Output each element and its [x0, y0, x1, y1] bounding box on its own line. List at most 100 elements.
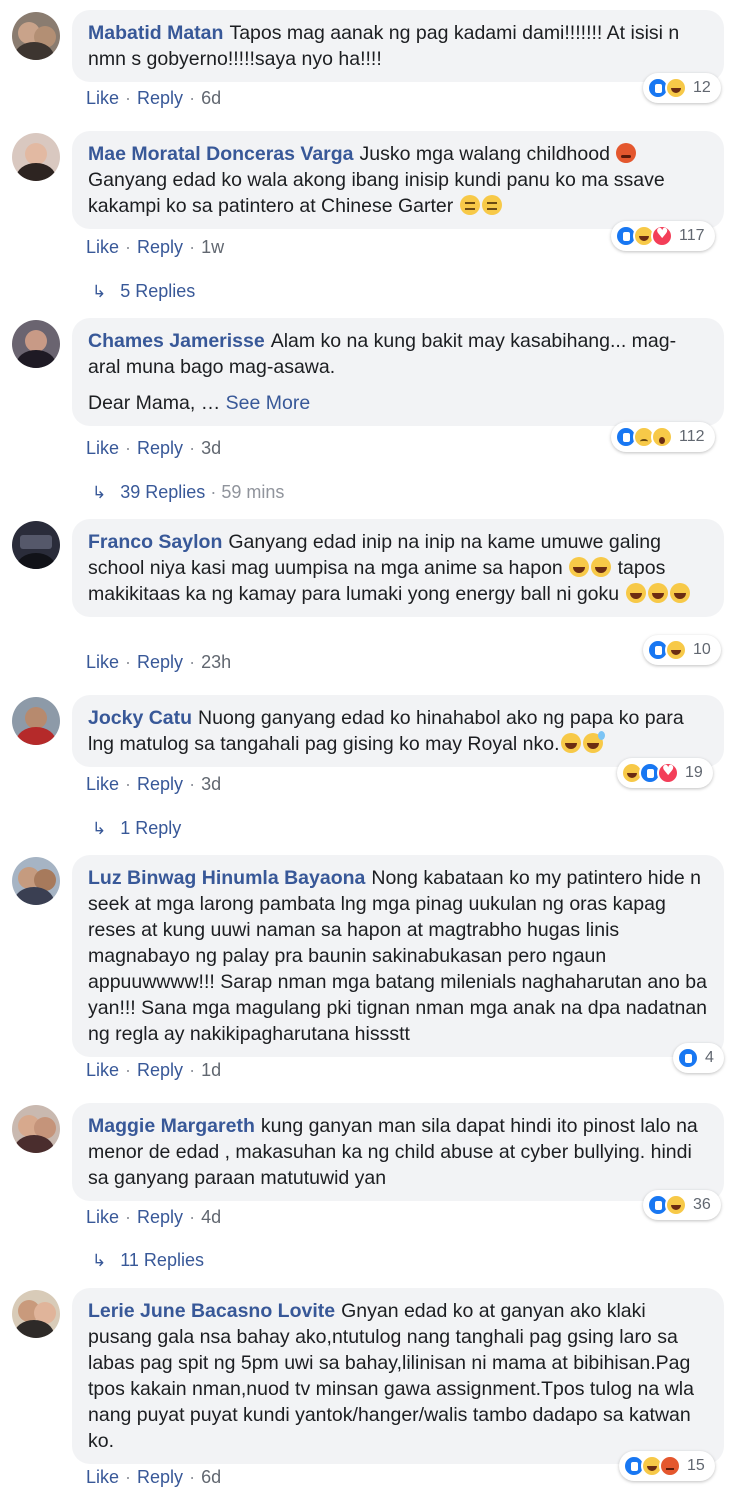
replies-count: 1 Reply [120, 818, 182, 838]
like-button[interactable]: Like [86, 438, 119, 458]
reaction-count: 10 [693, 641, 711, 658]
disappointed-emoji-icon [481, 195, 502, 215]
separator: · [125, 1060, 132, 1080]
comment-actions: Like · Reply · 1w [86, 237, 224, 258]
comment-timestamp[interactable]: 6d [201, 88, 221, 108]
reaction-count: 117 [679, 227, 705, 244]
avatar[interactable] [12, 521, 60, 569]
comment-actions: Like · Reply · 6d [86, 88, 221, 109]
comment-author[interactable]: Franco Saylon [88, 531, 222, 553]
like-button[interactable]: Like [86, 88, 119, 108]
comment-author[interactable]: Mabatid Matan [88, 22, 223, 44]
comment-timestamp[interactable]: 1w [201, 237, 224, 257]
comment-text: Jusko mga walang childhood [359, 143, 610, 165]
laughing-emoji-icon [591, 557, 612, 577]
separator: · [125, 1207, 132, 1227]
comment-bubble: Mabatid Matan Tapos mag aanak ng pag kada… [72, 10, 724, 82]
comment-timestamp[interactable]: 4d [201, 1207, 221, 1227]
reply-button[interactable]: Reply [137, 652, 183, 672]
comment-bubble: Luz Binwag Hinumla Bayaona Nong kabataan … [72, 855, 724, 1057]
replies-count: 11 Replies [120, 1250, 204, 1270]
laughing-emoji-icon [625, 583, 646, 603]
wow-reaction-icon [651, 426, 673, 448]
separator: · [125, 774, 132, 794]
reaction-summary[interactable]: 15 [619, 1451, 715, 1481]
view-replies-link[interactable]: ↳ 1 Reply [92, 818, 181, 839]
avatar[interactable] [12, 133, 60, 181]
view-replies-link[interactable]: ↳ 11 Replies [92, 1250, 204, 1271]
reaction-summary[interactable]: 10 [643, 635, 721, 665]
reply-button[interactable]: Reply [137, 774, 183, 794]
comment-actions: Like · Reply · 3d [86, 438, 221, 459]
reaction-count: 12 [693, 79, 711, 96]
avatar[interactable] [12, 1105, 60, 1153]
comment-timestamp[interactable]: 3d [201, 774, 221, 794]
like-button[interactable]: Like [86, 1060, 119, 1080]
love-reaction-icon [651, 225, 673, 247]
like-button[interactable]: Like [86, 1207, 119, 1227]
comment-author[interactable]: Jocky Catu [88, 707, 192, 729]
comment-actions: Like · Reply · 4d [86, 1207, 221, 1228]
like-button[interactable]: Like [86, 1467, 119, 1487]
reaction-summary[interactable]: 12 [643, 73, 721, 103]
comment-timestamp[interactable]: 23h [201, 652, 231, 672]
comment-author[interactable]: Luz Binwag Hinumla Bayaona [88, 867, 365, 889]
like-reaction-icon [677, 1047, 699, 1069]
comment-bubble: Lerie June Bacasno Lovite Gnyan edad ko a… [72, 1288, 724, 1464]
comment-timestamp[interactable]: 3d [201, 438, 221, 458]
avatar[interactable] [12, 320, 60, 368]
comment-actions: Like · Reply · 3d [86, 774, 221, 795]
reply-button[interactable]: Reply [137, 1060, 183, 1080]
view-replies-link[interactable]: ↳ 39 Replies · 59 mins [92, 482, 284, 503]
separator: · [125, 438, 132, 458]
separator: · [189, 1467, 196, 1487]
comment-actions: Like · Reply · 6d [86, 1467, 221, 1488]
comment-author[interactable]: Lerie June Bacasno Lovite [88, 1300, 335, 1322]
separator: · [125, 88, 132, 108]
laughing-emoji-icon [647, 583, 668, 603]
avatar[interactable] [12, 697, 60, 745]
reply-arrow-icon: ↳ [92, 483, 107, 503]
like-button[interactable]: Like [86, 652, 119, 672]
comment-timestamp[interactable]: 6d [201, 1467, 221, 1487]
comment-bubble: Chames Jamerisse Alam ko na kung bakit ma… [72, 318, 724, 426]
disappointed-emoji-icon [459, 195, 480, 215]
reaction-count: 112 [679, 428, 705, 445]
laughing-emoji-icon [669, 583, 690, 603]
separator: · [189, 1060, 196, 1080]
comment-author[interactable]: Maggie Margareth [88, 1115, 255, 1137]
see-more-link[interactable]: See More [226, 392, 311, 414]
reaction-count: 19 [685, 764, 703, 781]
comment-author[interactable]: Mae Moratal Donceras Varga [88, 143, 354, 165]
haha-reaction-icon [665, 1194, 687, 1216]
separator: · [189, 438, 196, 458]
avatar[interactable] [12, 857, 60, 905]
comment-author[interactable]: Chames Jamerisse [88, 330, 265, 352]
like-button[interactable]: Like [86, 774, 119, 794]
reaction-summary[interactable]: 117 [611, 221, 715, 251]
reply-button[interactable]: Reply [137, 438, 183, 458]
separator: · [189, 774, 196, 794]
comment-actions: Like · Reply · 23h [86, 652, 231, 673]
reply-arrow-icon: ↳ [92, 1251, 107, 1271]
like-button[interactable]: Like [86, 237, 119, 257]
avatar[interactable] [12, 1290, 60, 1338]
comment-timestamp[interactable]: 1d [201, 1060, 221, 1080]
reaction-summary[interactable]: 19 [617, 758, 713, 788]
reply-button[interactable]: Reply [137, 88, 183, 108]
view-replies-link[interactable]: ↳ 5 Replies [92, 281, 195, 302]
reaction-summary[interactable]: 4 [673, 1043, 724, 1073]
avatar[interactable] [12, 12, 60, 60]
separator: · [189, 88, 196, 108]
reply-arrow-icon: ↳ [92, 819, 107, 839]
angry-emoji-icon [616, 143, 637, 163]
reaction-summary[interactable]: 112 [611, 422, 715, 452]
reply-button[interactable]: Reply [137, 1207, 183, 1227]
comment-text: Dear Mama, … [88, 392, 221, 414]
reply-button[interactable]: Reply [137, 237, 183, 257]
reply-button[interactable]: Reply [137, 1467, 183, 1487]
replies-count: 39 Replies [120, 482, 206, 502]
reaction-summary[interactable]: 36 [643, 1190, 721, 1220]
laughing-emoji-icon [560, 733, 581, 753]
comment-text: Nong kabataan ko my patintero hide n see… [88, 867, 708, 1045]
